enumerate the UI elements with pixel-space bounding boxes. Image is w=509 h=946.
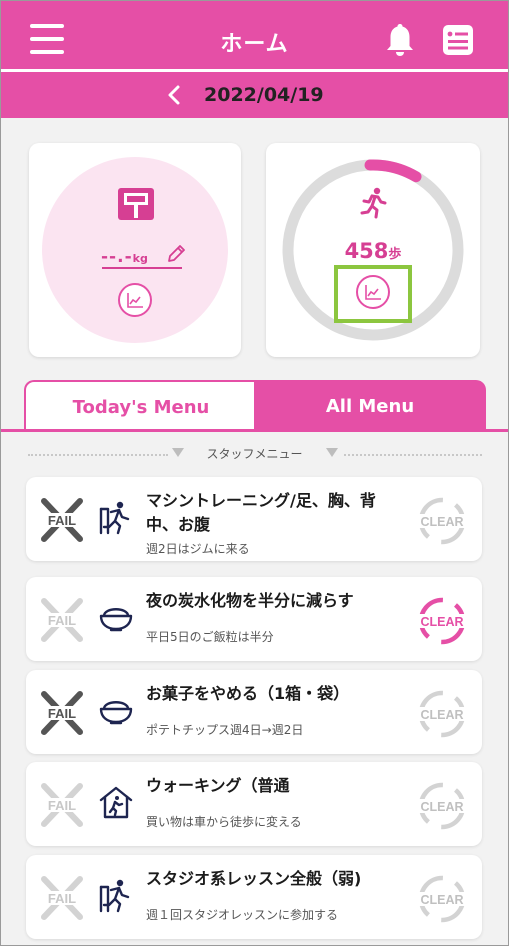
header-divider [0,69,509,72]
menu-item-subtitle: 週2日はジムに来る [146,542,250,556]
menu-item-subtitle: 平日5日のご飯粒は半分 [146,630,274,644]
clear-label: CLEAR [420,893,463,907]
clear-label: CLEAR [420,708,463,722]
menu-item[interactable]: FAIL マシントレーニング/足、胸、背中、お腹週2日はジムに来る CLEAR [26,477,482,561]
house-walk-icon [98,784,134,820]
weight-number: --.- [101,247,133,267]
menu-tabs: Today's Menu All Menu [24,380,486,432]
menu-item[interactable]: FAIL スタジオ系レッスン全般（弱) 週１回スタジオレッスンに参加する CLEAR [26,855,482,939]
rice-bowl-icon [98,692,134,728]
fail-label: FAIL [48,891,76,906]
menu-item-title: ウォーキング（普通 [146,776,290,795]
section-header: スタッフメニュー [0,444,509,464]
fail-label: FAIL [48,706,76,721]
steps-unit: 歩 [388,247,402,262]
triangle-down-icon [326,448,338,457]
bell-icon[interactable] [384,22,416,58]
steps-number: 458 [344,239,389,263]
menu-item-subtitle: ポテトチップス週4日→週2日 [146,723,304,737]
steps-value: 458歩 [266,239,480,263]
menu-item-title: マシントレーニング/足、胸、背中、お腹 [146,491,376,534]
clear-label: CLEAR [420,800,463,814]
graph-icon [127,293,143,308]
clear-button[interactable]: CLEAR [416,780,468,832]
menu-item[interactable]: FAIL ウォーキング（普通買い物は車から徒歩に変える CLEAR [26,762,482,846]
fail-label: FAIL [48,513,76,528]
training-icon [98,499,134,535]
fail-button[interactable]: FAIL [38,597,86,643]
fail-label: FAIL [48,613,76,628]
steps-card[interactable]: 458歩 [266,143,480,357]
app-header: ホーム 2022/04/19 [0,0,509,118]
chevron-left-icon[interactable] [166,84,182,106]
tab-all-menu[interactable]: All Menu [254,380,486,432]
fail-button[interactable]: FAIL [38,497,86,543]
scale-icon [118,188,154,220]
training-icon [98,877,134,913]
clear-label: CLEAR [420,615,463,629]
clear-button[interactable]: CLEAR [416,873,468,925]
menu-item[interactable]: FAIL 夜の炭水化物を半分に減らす平日5日のご飯粒は半分 CLEAR [26,577,482,661]
fail-label: FAIL [48,798,76,813]
menu-item-subtitle: 週１回スタジオレッスンに参加する [146,908,339,922]
clear-button[interactable]: CLEAR [416,495,468,547]
fail-button[interactable]: FAIL [38,875,86,921]
menu-item-title: スタジオ系レッスン全般（弱) [146,869,362,888]
runner-icon [360,187,387,219]
divider-dots [344,454,482,456]
highlight-box [334,265,412,323]
rice-bowl-icon [98,599,134,635]
weight-underline [102,267,182,269]
list-icon[interactable] [442,24,474,56]
fail-button[interactable]: FAIL [38,690,86,736]
clear-label: CLEAR [420,515,463,529]
tab-underline [0,429,509,432]
tab-todays-menu[interactable]: Today's Menu [24,380,256,432]
weight-unit: kg [132,252,148,265]
weight-graph-button[interactable] [118,283,152,317]
menu-item-title: 夜の炭水化物を半分に減らす [146,591,354,610]
menu-item-subtitle: 買い物は車から徒歩に変える [146,815,302,829]
fail-button[interactable]: FAIL [38,782,86,828]
weight-card[interactable]: --.-kg [29,143,241,357]
clear-button[interactable]: CLEAR [416,688,468,740]
menu-item[interactable]: FAIL お菓子をやめる（1箱・袋） ポテトチップス週4日→週2日 CLEAR [26,670,482,754]
current-date: 2022/04/19 [204,84,324,106]
page-title: ホーム [220,32,289,57]
menu-item-title: お菓子をやめる（1箱・袋） [146,684,350,703]
pencil-icon[interactable] [165,243,187,265]
clear-button[interactable]: CLEAR [416,595,468,647]
